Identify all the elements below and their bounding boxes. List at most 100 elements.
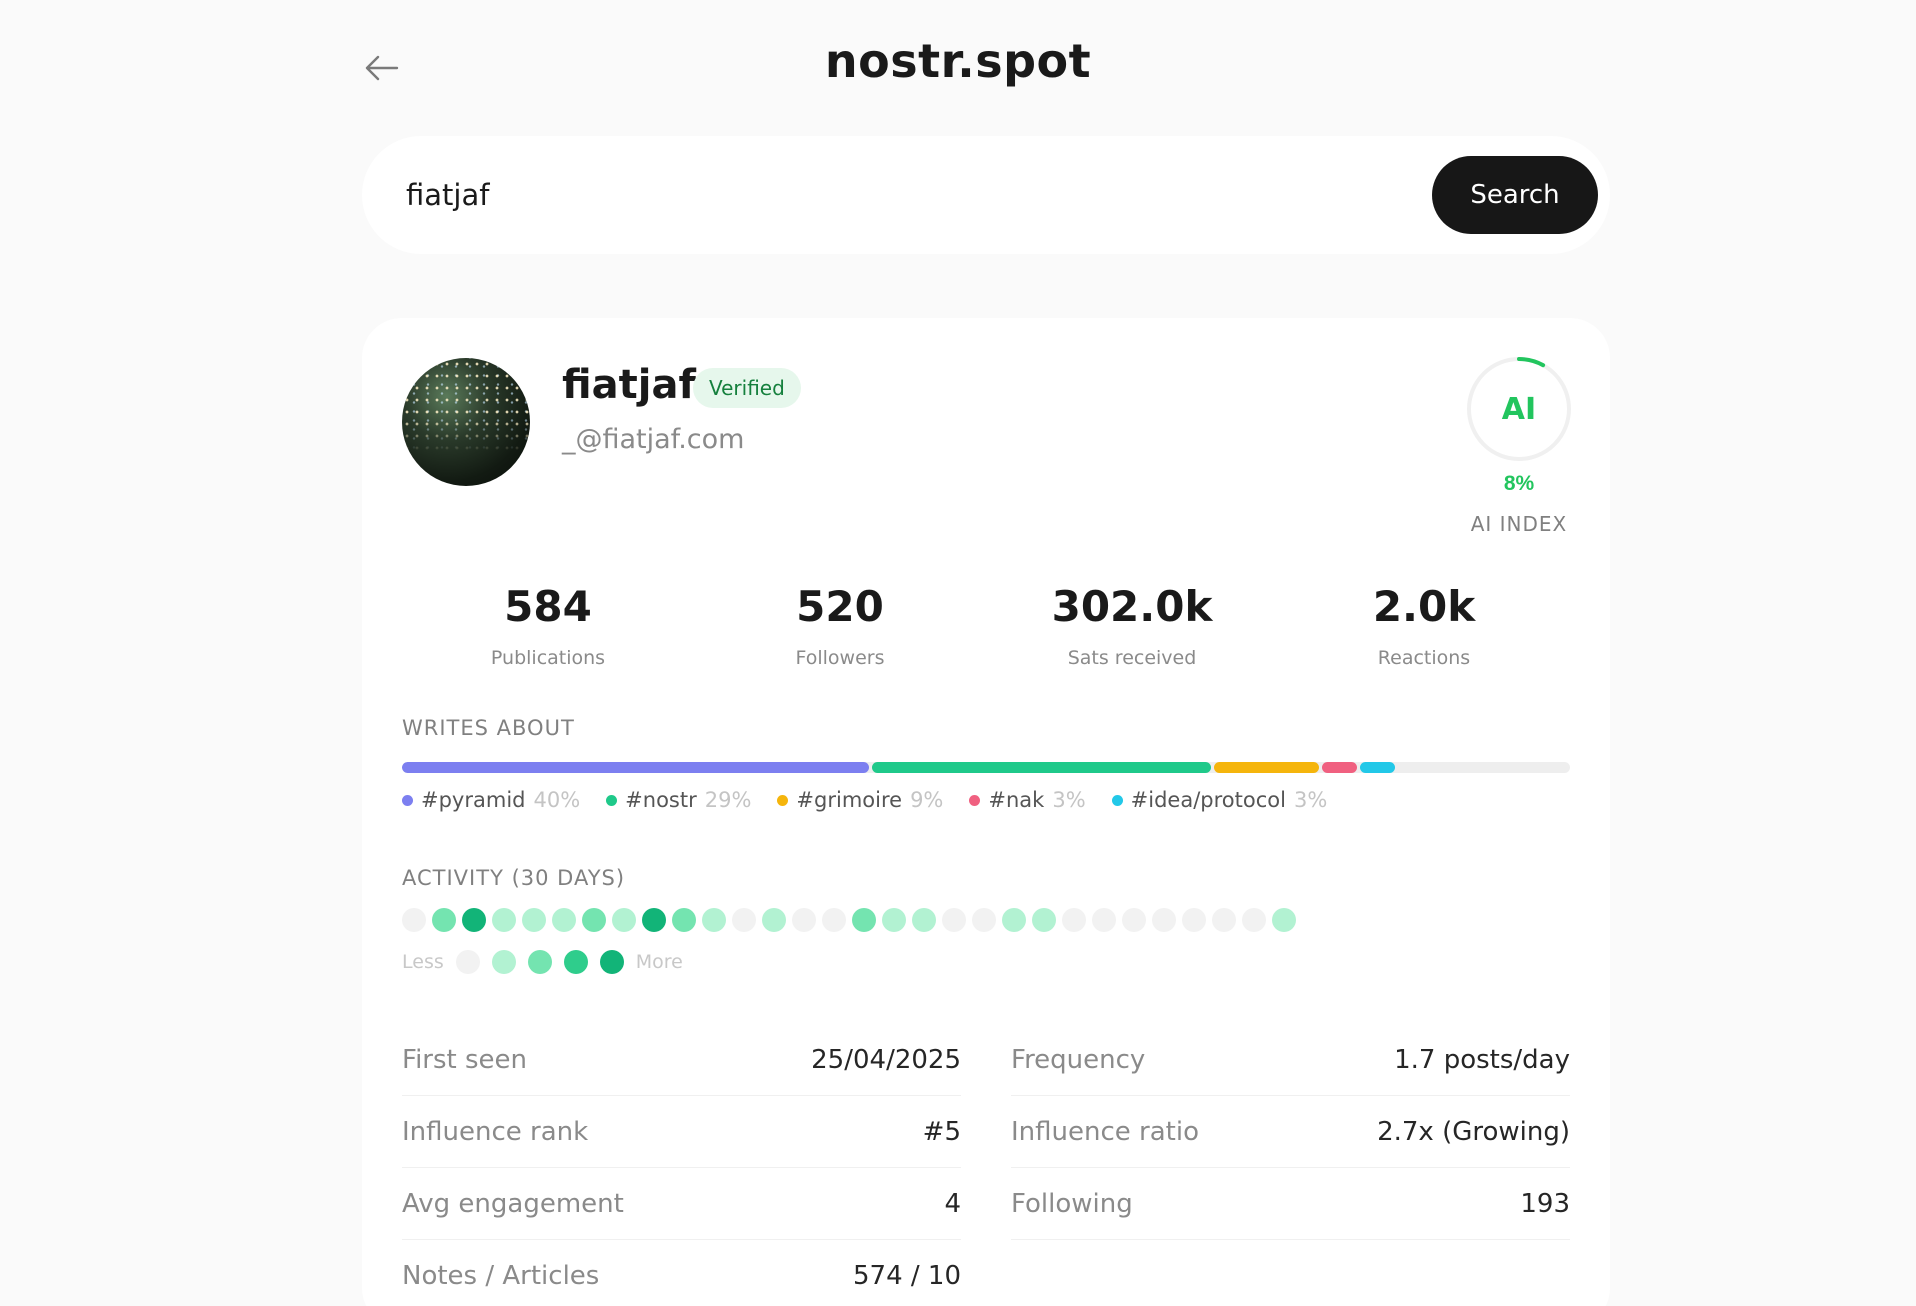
topic-color-dot <box>777 794 789 806</box>
stat-reactions: 2.0k Reactions <box>1278 582 1570 669</box>
stat-value: 520 <box>796 582 884 631</box>
activity-day-dot <box>522 908 546 932</box>
detail-value: 574 / 10 <box>853 1260 961 1291</box>
stat-label: Followers <box>795 647 885 669</box>
activity-day-dot <box>882 908 906 932</box>
activity-day-dot <box>762 908 786 932</box>
avatar <box>402 358 530 486</box>
topic-segment <box>1213 762 1320 773</box>
activity-day-dot <box>672 908 696 932</box>
detail-influence-rank: Influence rank #5 <box>402 1096 961 1168</box>
activity-day-dot <box>1062 908 1086 932</box>
topic-legend-item: #nak 3% <box>969 788 1086 812</box>
topic-percent: 3% <box>1052 788 1086 812</box>
search-input[interactable] <box>406 178 1432 212</box>
ai-label: AI <box>1501 391 1537 427</box>
activity-less-label: Less <box>402 951 444 973</box>
activity-level-1 <box>491 950 516 974</box>
topic-name: #nostr <box>625 788 697 812</box>
search-button[interactable]: Search <box>1432 156 1598 234</box>
topic-percent: 9% <box>910 788 944 812</box>
activity-day-dot <box>402 908 426 932</box>
activity-day-dot <box>732 908 756 932</box>
activity-day-dot <box>792 908 816 932</box>
topic-legend-item: #idea/protocol 3% <box>1111 788 1328 812</box>
activity-day-dot <box>1242 908 1266 932</box>
activity-day-dot <box>552 908 576 932</box>
activity-day-dot <box>642 908 666 932</box>
topic-legend-item: #pyramid 40% <box>402 788 580 812</box>
activity-day-dot <box>1212 908 1236 932</box>
detail-label: First seen <box>402 1044 527 1075</box>
details-left-column: First seen 25/04/2025 Influence rank #5 … <box>402 1024 961 1306</box>
topic-legend: #pyramid 40% #nostr 29% #grimoire 9% #nak 3% #id… <box>402 788 1327 812</box>
stat-sats-received: 302.0k Sats received <box>986 582 1278 669</box>
topic-legend-item: #nostr 29% <box>606 788 751 812</box>
activity-day-dot <box>1152 908 1176 932</box>
detail-influence-ratio: Influence ratio 2.7x (Growing) <box>1011 1096 1570 1168</box>
profile-handle: _@fiatjaf.com <box>562 424 745 455</box>
activity-day-dot <box>432 908 456 932</box>
profile-name: fiatjaf <box>562 362 696 408</box>
detail-label: Avg engagement <box>402 1188 624 1219</box>
activity-day-dot <box>582 908 606 932</box>
stat-value: 584 <box>504 582 592 631</box>
topic-color-dot <box>969 794 981 806</box>
activity-day-dot <box>702 908 726 932</box>
topic-name: #grimoire <box>796 788 903 812</box>
topic-color-dot <box>606 794 618 806</box>
ai-percent: 8% <box>1503 472 1535 495</box>
activity-day-dot <box>462 908 486 932</box>
stat-value: 302.0k <box>1051 582 1213 631</box>
stat-followers: 520 Followers <box>694 582 986 669</box>
topic-color-dot <box>402 794 413 806</box>
stats-row: 584 Publications 520 Followers 302.0k Sa… <box>402 582 1570 669</box>
site-title: nostr.spot <box>824 34 1092 88</box>
details-grid: First seen 25/04/2025 Influence rank #5 … <box>402 1024 1570 1306</box>
activity-day-dot <box>912 908 936 932</box>
topic-legend-item: #grimoire 9% <box>777 788 943 812</box>
detail-frequency: Frequency 1.7 posts/day <box>1011 1024 1570 1096</box>
topic-percent: 3% <box>1293 788 1328 812</box>
detail-following: Following 193 <box>1011 1168 1570 1240</box>
activity-level-0 <box>455 950 480 974</box>
activity-level-3 <box>563 950 588 974</box>
activity-grid <box>402 908 1296 932</box>
detail-value: 25/04/2025 <box>811 1044 961 1075</box>
detail-value: 1.7 posts/day <box>1394 1044 1570 1075</box>
topic-percent: 40% <box>533 788 581 812</box>
detail-label: Notes / Articles <box>402 1260 600 1291</box>
activity-day-dot <box>852 908 876 932</box>
activity-title: ACTIVITY (30 DAYS) <box>402 866 626 890</box>
detail-value: 193 <box>1520 1188 1570 1219</box>
detail-label: Influence ratio <box>1011 1116 1199 1147</box>
topic-percent: 29% <box>704 788 752 812</box>
detail-avg-engagement: Avg engagement 4 <box>402 1168 961 1240</box>
topic-name: #pyramid <box>421 788 526 812</box>
detail-value: 2.7x (Growing) <box>1377 1116 1570 1147</box>
activity-day-dot <box>612 908 636 932</box>
activity-day-dot <box>942 908 966 932</box>
detail-first-seen: First seen 25/04/2025 <box>402 1024 961 1096</box>
writes-about-title: WRITES ABOUT <box>402 716 575 740</box>
detail-label: Frequency <box>1011 1044 1146 1075</box>
stat-value: 2.0k <box>1372 582 1476 631</box>
detail-label: Influence rank <box>402 1116 589 1147</box>
activity-day-dot <box>1272 908 1296 932</box>
topic-name: #nak <box>988 788 1045 812</box>
profile-card: fiatjaf Verified _@fiatjaf.com AI 8% AI … <box>362 318 1610 1306</box>
detail-label: Following <box>1011 1188 1133 1219</box>
details-right-column: Frequency 1.7 posts/day Influence ratio … <box>1011 1024 1570 1306</box>
activity-legend: Less More <box>402 950 683 974</box>
ai-index-caption: AI INDEX <box>1470 512 1568 536</box>
activity-level-4 <box>599 950 624 974</box>
activity-day-dot <box>1092 908 1116 932</box>
detail-notes-articles: Notes / Articles 574 / 10 <box>402 1240 961 1306</box>
search-bar: Search <box>362 136 1610 254</box>
stat-label: Sats received <box>1067 647 1197 669</box>
activity-day-dot <box>822 908 846 932</box>
activity-level-2 <box>527 950 552 974</box>
activity-more-label: More <box>635 951 683 973</box>
topic-segment <box>402 762 870 773</box>
activity-day-dot <box>1032 908 1056 932</box>
